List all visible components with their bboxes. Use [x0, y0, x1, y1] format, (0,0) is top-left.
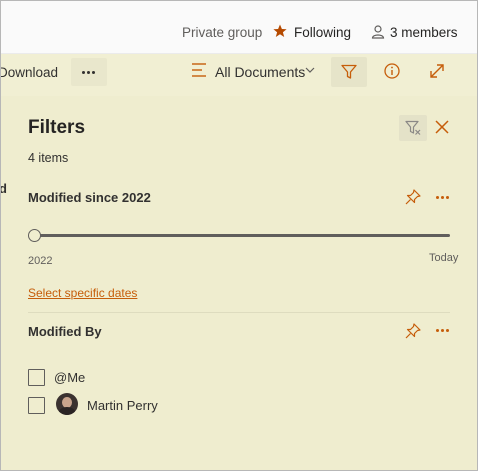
close-icon[interactable] — [435, 120, 449, 134]
date-slider-track[interactable] — [34, 234, 450, 237]
view-list-icon — [192, 63, 206, 77]
expand-icon[interactable] — [429, 63, 445, 79]
column-header-fragment: d — [1, 181, 7, 196]
select-specific-dates-link[interactable]: Select specific dates — [28, 286, 137, 300]
chevron-down-icon[interactable] — [305, 67, 315, 74]
filters-title: Filters — [28, 117, 86, 138]
filter-pane-button[interactable] — [331, 57, 367, 87]
section-more-button[interactable] — [435, 196, 451, 200]
section-more-button[interactable] — [435, 329, 451, 333]
modified-since-heading: Modified since 2022 — [28, 190, 151, 205]
more-actions-button[interactable] — [71, 58, 107, 86]
slider-max-label: Today — [429, 252, 459, 264]
items-count: 4 items — [28, 151, 69, 165]
checkbox[interactable] — [28, 369, 45, 386]
download-button[interactable]: Download — [1, 65, 58, 80]
members-button[interactable]: 3 members — [390, 25, 458, 40]
pin-icon[interactable] — [405, 323, 421, 339]
modified-by-heading: Modified By — [28, 324, 102, 339]
filter-icon — [341, 64, 357, 79]
pin-icon[interactable] — [405, 189, 421, 205]
checkbox[interactable] — [28, 397, 45, 414]
avatar — [56, 393, 78, 415]
following-button[interactable]: Following — [294, 25, 351, 40]
privacy-label: Private group — [182, 25, 263, 40]
section-divider — [28, 312, 450, 313]
option-label: @Me — [54, 370, 86, 385]
star-icon[interactable] — [273, 24, 287, 38]
clear-filter-icon — [405, 120, 421, 135]
clear-filters-button[interactable] — [399, 115, 427, 141]
date-slider-thumb[interactable] — [28, 229, 41, 242]
person-icon[interactable] — [371, 25, 385, 39]
option-label: Martin Perry — [87, 398, 158, 413]
info-icon[interactable] — [384, 63, 400, 79]
app-frame: Private group Following 3 members Downlo… — [0, 0, 478, 471]
slider-min-label: 2022 — [28, 255, 53, 267]
view-switcher[interactable]: All Documents — [215, 64, 305, 80]
